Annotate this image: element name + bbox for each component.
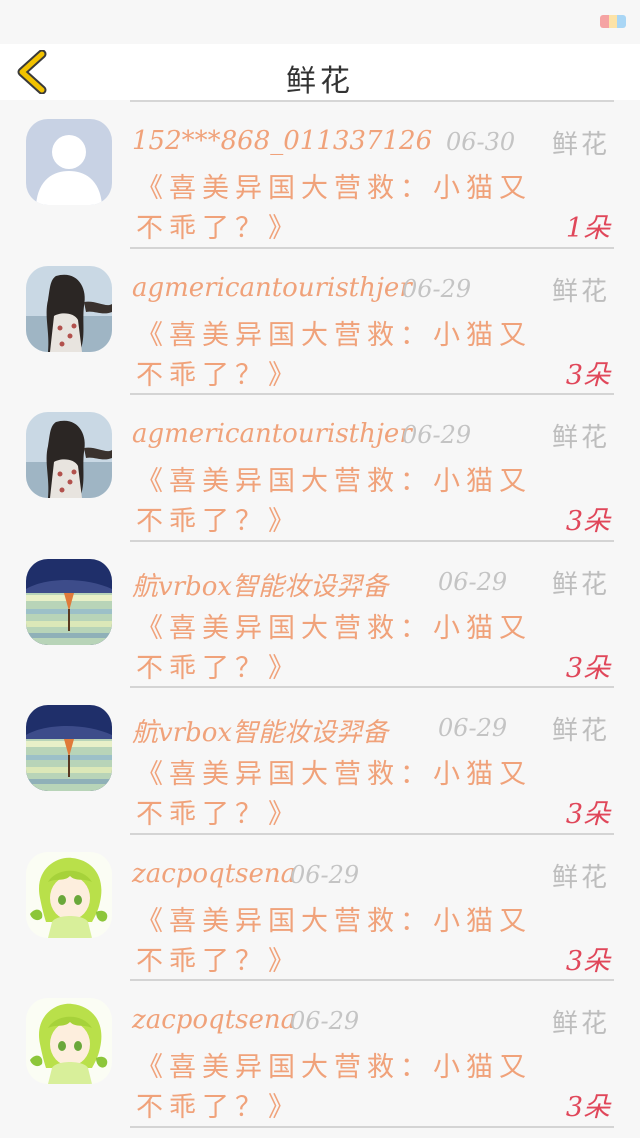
flower-count: 3朵	[565, 506, 610, 537]
flower-count: 3朵	[565, 945, 610, 977]
row-divider	[130, 1125, 614, 1128]
header: 鲜花	[0, 44, 640, 100]
gift-type-label: 鲜花	[551, 423, 610, 453]
status-bar	[0, 0, 640, 44]
gift-type-label: 鲜花	[551, 716, 610, 746]
gift-type-label: 鲜花	[551, 569, 610, 600]
user-name[interactable]: 航vrbox智能妆设羿备	[132, 712, 388, 749]
book-title-line1[interactable]: 《喜美异国大营救：小猫又	[136, 166, 532, 205]
list-item[interactable]: agmericantouristhjer 06-29 鲜花 《喜美异国大营救：小…	[0, 249, 640, 395]
book-title-line2[interactable]: 不乖了？》	[136, 353, 301, 392]
list-item[interactable]: 152***868_011337126 06-30 鲜花 《喜美异国大营救：小猫…	[0, 102, 640, 249]
book-title-line1[interactable]: 《喜美异国大营救：小猫又	[136, 1045, 532, 1084]
book-title-line2[interactable]: 不乖了？》	[136, 499, 301, 538]
user-name[interactable]: zacpoqtsena	[132, 859, 296, 889]
gift-type-label: 鲜花	[551, 130, 610, 160]
flower-count: 3朵	[565, 799, 610, 830]
avatar[interactable]	[26, 851, 112, 938]
book-title-line2[interactable]: 不乖了？》	[136, 646, 301, 685]
list-item[interactable]: 航vrbox智能妆设羿备 06-29 鲜花 《喜美异国大营救：小猫又 不乖了？》…	[0, 542, 640, 688]
flower-count: 3朵	[565, 1092, 610, 1123]
date: 06-29	[438, 567, 508, 596]
user-name[interactable]: 航vrbox智能妆设羿备	[132, 566, 388, 603]
list-item[interactable]: zacpoqtsena 06-29 鲜花 《喜美异国大营救：小猫又 不乖了？》 …	[0, 981, 640, 1128]
user-name[interactable]: agmericantouristhjer	[132, 273, 412, 303]
book-title-line1[interactable]: 《喜美异国大营救：小猫又	[136, 752, 532, 791]
default-avatar-icon[interactable]	[26, 119, 112, 205]
user-name[interactable]: 152***868_011337126	[132, 126, 432, 156]
list-item[interactable]: agmericantouristhjer 06-29 鲜花 《喜美异国大营救：小…	[0, 395, 640, 542]
list-item[interactable]: 航vrbox智能妆设羿备 06-29 鲜花 《喜美异国大营救：小猫又 不乖了？》…	[0, 688, 640, 835]
date: 06-29	[438, 714, 508, 742]
book-title-line1[interactable]: 《喜美异国大营救：小猫又	[136, 899, 532, 938]
user-name[interactable]: agmericantouristhjer	[132, 419, 412, 449]
flower-count: 3朵	[565, 359, 610, 391]
gift-type-label: 鲜花	[551, 276, 610, 307]
date: 06-29	[402, 274, 472, 303]
date: 06-29	[290, 1007, 360, 1035]
list-item[interactable]: zacpoqtsena 06-29 鲜花 《喜美异国大营救：小猫又 不乖了？》 …	[0, 835, 640, 981]
book-title-line2[interactable]: 不乖了？》	[136, 1085, 301, 1124]
avatar[interactable]	[26, 558, 112, 645]
book-title-line2[interactable]: 不乖了？》	[136, 792, 301, 831]
book-title-line1[interactable]: 《喜美异国大营救：小猫又	[136, 313, 532, 352]
avatar[interactable]	[26, 998, 112, 1084]
book-title-line2[interactable]: 不乖了？》	[136, 206, 301, 245]
page-title: 鲜花	[286, 64, 354, 99]
date: 06-30	[446, 128, 516, 156]
avatar[interactable]	[26, 412, 112, 498]
book-title-line2[interactable]: 不乖了？》	[136, 939, 301, 978]
flower-count: 1朵	[565, 213, 610, 244]
battery-icon	[600, 15, 626, 28]
avatar[interactable]	[26, 705, 112, 791]
flower-list: 152***868_011337126 06-30 鲜花 《喜美异国大营救：小猫…	[0, 102, 640, 1128]
book-title-line1[interactable]: 《喜美异国大营救：小猫又	[136, 459, 532, 498]
flower-count: 3朵	[565, 652, 610, 684]
book-title-line1[interactable]: 《喜美异国大营救：小猫又	[136, 606, 532, 645]
date: 06-29	[402, 421, 472, 449]
date: 06-29	[290, 860, 360, 889]
user-name[interactable]: zacpoqtsena	[132, 1005, 296, 1035]
gift-type-label: 鲜花	[551, 1009, 610, 1039]
avatar[interactable]	[26, 265, 112, 352]
gift-type-label: 鲜花	[551, 862, 610, 893]
